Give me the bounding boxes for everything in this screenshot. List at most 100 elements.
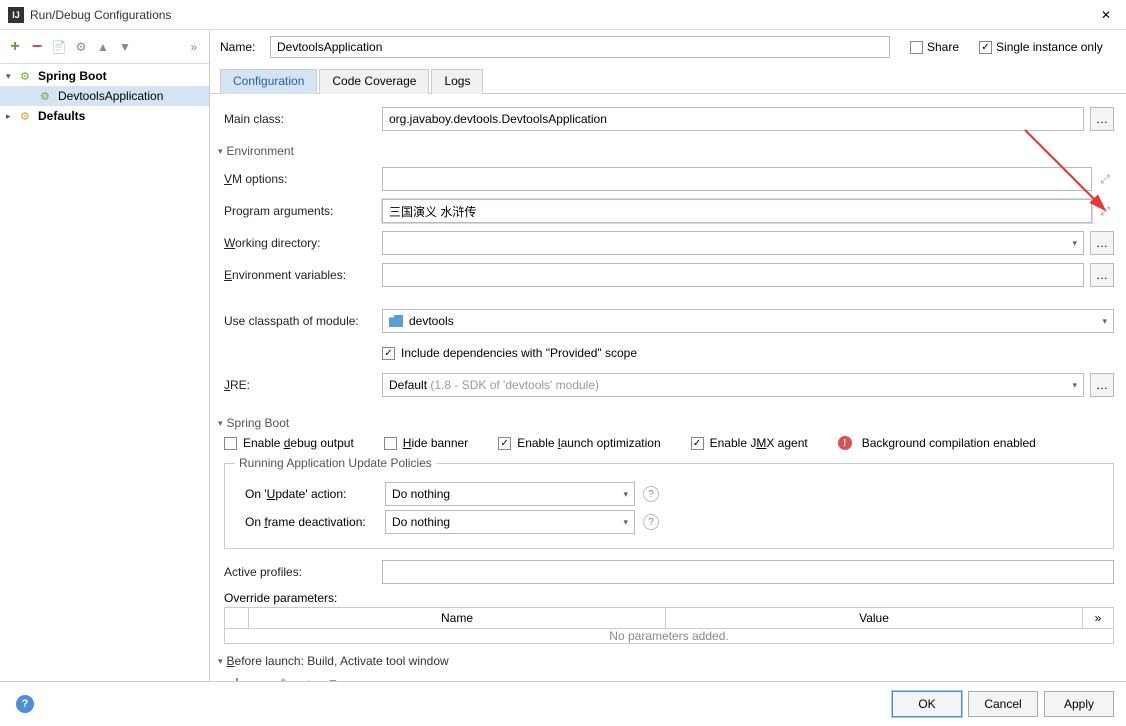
spring-icon xyxy=(40,89,56,103)
table-more-button[interactable]: » xyxy=(1083,608,1113,628)
tab-code-coverage[interactable]: Code Coverage xyxy=(319,69,429,94)
single-instance-checkbox[interactable]: Single instance only xyxy=(979,40,1103,54)
active-profiles-input[interactable] xyxy=(382,560,1114,584)
title-bar: IJ Run/Debug Configurations ✕ xyxy=(0,0,1126,30)
main-class-input[interactable] xyxy=(382,107,1084,131)
move-down-icon[interactable]: ▼ xyxy=(116,38,134,56)
add-config-icon[interactable]: + xyxy=(6,38,24,56)
debug-output-checkbox[interactable]: Enable debug output xyxy=(224,436,354,450)
table-header: Name Value » xyxy=(225,608,1113,629)
form-body: Main class: … ▾ Environment VM options: … xyxy=(210,94,1126,682)
before-launch-section[interactable]: ▾ Before launch: Build, Activate tool wi… xyxy=(218,654,1114,668)
on-frame-label: On frame deactivation: xyxy=(235,515,385,529)
main-class-browse-button[interactable]: … xyxy=(1090,107,1114,131)
on-frame-value: Do nothing xyxy=(392,515,450,529)
expand-icon[interactable]: ⤢ xyxy=(1096,167,1114,191)
table-check-col xyxy=(225,608,249,628)
working-dir-browse-button[interactable]: … xyxy=(1090,231,1114,255)
tree-label: Spring Boot xyxy=(38,69,107,83)
move-up-icon[interactable]: ▲ xyxy=(94,38,112,56)
override-params-label: Override parameters: xyxy=(224,591,1114,605)
main-class-label: Main class: xyxy=(224,112,382,126)
copy-config-icon[interactable]: 📄 xyxy=(50,38,68,56)
classpath-value: devtools xyxy=(409,314,454,328)
window-title: Run/Debug Configurations xyxy=(30,8,1094,22)
name-input[interactable] xyxy=(270,36,890,58)
warning-icon: ! xyxy=(838,436,852,450)
vm-options-input[interactable] xyxy=(382,167,1092,191)
folder-icon xyxy=(389,315,403,327)
collapse-icon[interactable]: » xyxy=(185,38,203,56)
checkbox-icon xyxy=(382,347,395,360)
env-vars-browse-button[interactable]: … xyxy=(1090,263,1114,287)
checkbox-icon xyxy=(979,41,992,54)
chevron-down-icon: ▾ xyxy=(1072,238,1077,249)
classpath-label: Use classpath of module: xyxy=(224,314,382,328)
on-update-label: On 'Update' action: xyxy=(235,487,385,501)
program-args-input[interactable] xyxy=(382,199,1092,223)
on-update-select[interactable]: Do nothing ▾ xyxy=(385,482,635,506)
classpath-select[interactable]: devtools ▾ xyxy=(382,309,1114,333)
defaults-icon xyxy=(20,109,36,123)
include-deps-label: Include dependencies with "Provided" sco… xyxy=(401,346,637,360)
chevron-down-icon: ▾ xyxy=(623,489,628,500)
bg-compile-label: Background compilation enabled xyxy=(862,436,1036,450)
tree-spring-boot[interactable]: ▾ Spring Boot xyxy=(0,66,209,86)
include-deps-checkbox[interactable]: Include dependencies with "Provided" sco… xyxy=(382,346,637,360)
environment-section[interactable]: ▾ Environment xyxy=(218,144,1114,158)
help-button[interactable]: ? xyxy=(16,695,34,713)
section-header-label: Spring Boot xyxy=(227,416,290,430)
update-policies-legend: Running Application Update Policies xyxy=(235,456,436,470)
move-up-icon[interactable]: ▲ xyxy=(300,674,318,682)
jre-browse-button[interactable]: … xyxy=(1090,373,1114,397)
share-checkbox[interactable]: Share xyxy=(910,40,959,54)
cancel-button[interactable]: Cancel xyxy=(968,691,1038,717)
tree-label: Defaults xyxy=(38,109,85,123)
on-frame-select[interactable]: Do nothing ▾ xyxy=(385,510,635,534)
working-dir-input[interactable]: ▾ xyxy=(382,231,1084,255)
tab-configuration[interactable]: Configuration xyxy=(220,69,317,94)
override-params-table: Name Value » No parameters added. xyxy=(224,607,1114,644)
vm-options-label: VM options: xyxy=(224,172,382,186)
active-profiles-label: Active profiles: xyxy=(224,565,382,579)
ok-button[interactable]: OK xyxy=(892,691,962,717)
tree-label: DevtoolsApplication xyxy=(58,89,163,103)
tree-devtools-app[interactable]: DevtoolsApplication xyxy=(0,86,209,106)
remove-task-icon[interactable]: − xyxy=(252,674,270,682)
checkbox-icon xyxy=(224,437,237,450)
spring-boot-section[interactable]: ▾ Spring Boot xyxy=(218,416,1114,430)
chevron-down-icon: ▾ xyxy=(1072,380,1077,391)
env-vars-input[interactable] xyxy=(382,263,1084,287)
launch-opt-checkbox[interactable]: Enable launch optimization xyxy=(498,436,660,450)
tab-logs[interactable]: Logs xyxy=(431,69,483,94)
table-empty: No parameters added. xyxy=(225,629,1113,643)
left-panel: + − 📄 ⚙ ▲ ▼ » ▾ Spring Boot DevtoolsAppl… xyxy=(0,30,210,682)
jre-select[interactable]: Default (1.8 - SDK of 'devtools' module)… xyxy=(382,373,1084,397)
edit-task-icon[interactable]: ✎ xyxy=(276,674,294,682)
tree-defaults[interactable]: ▸ Defaults xyxy=(0,106,209,126)
chevron-down-icon: ▾ xyxy=(218,146,223,157)
jmx-agent-checkbox[interactable]: Enable JMX agent xyxy=(691,436,808,450)
jre-value: Default (1.8 - SDK of 'devtools' module) xyxy=(389,378,599,392)
program-args-label: Program arguments: xyxy=(224,204,382,218)
single-instance-label: Single instance only xyxy=(996,40,1103,54)
hide-banner-checkbox[interactable]: Hide banner xyxy=(384,436,468,450)
help-icon[interactable]: ? xyxy=(643,514,659,530)
add-task-icon[interactable]: + xyxy=(228,674,246,682)
chevron-down-icon: ▾ xyxy=(218,418,223,429)
tabs: Configuration Code Coverage Logs xyxy=(210,64,1126,94)
settings-icon[interactable]: ⚙ xyxy=(72,38,90,56)
expand-icon[interactable]: ⤢ xyxy=(1096,199,1114,223)
env-vars-label: Environment variables: xyxy=(224,268,382,282)
close-icon[interactable]: ✕ xyxy=(1094,3,1118,27)
help-icon[interactable]: ? xyxy=(643,486,659,502)
update-policies-group: Running Application Update Policies On '… xyxy=(224,456,1114,549)
checkbox-icon xyxy=(910,41,923,54)
chevron-down-icon: ▾ xyxy=(218,656,223,667)
chevron-down-icon: ▾ xyxy=(6,71,20,82)
spring-icon xyxy=(20,69,36,83)
bottom-bar: ? OK Cancel Apply xyxy=(0,682,1126,726)
apply-button[interactable]: Apply xyxy=(1044,691,1114,717)
remove-config-icon[interactable]: − xyxy=(28,38,46,56)
move-down-icon[interactable]: ▼ xyxy=(324,674,342,682)
